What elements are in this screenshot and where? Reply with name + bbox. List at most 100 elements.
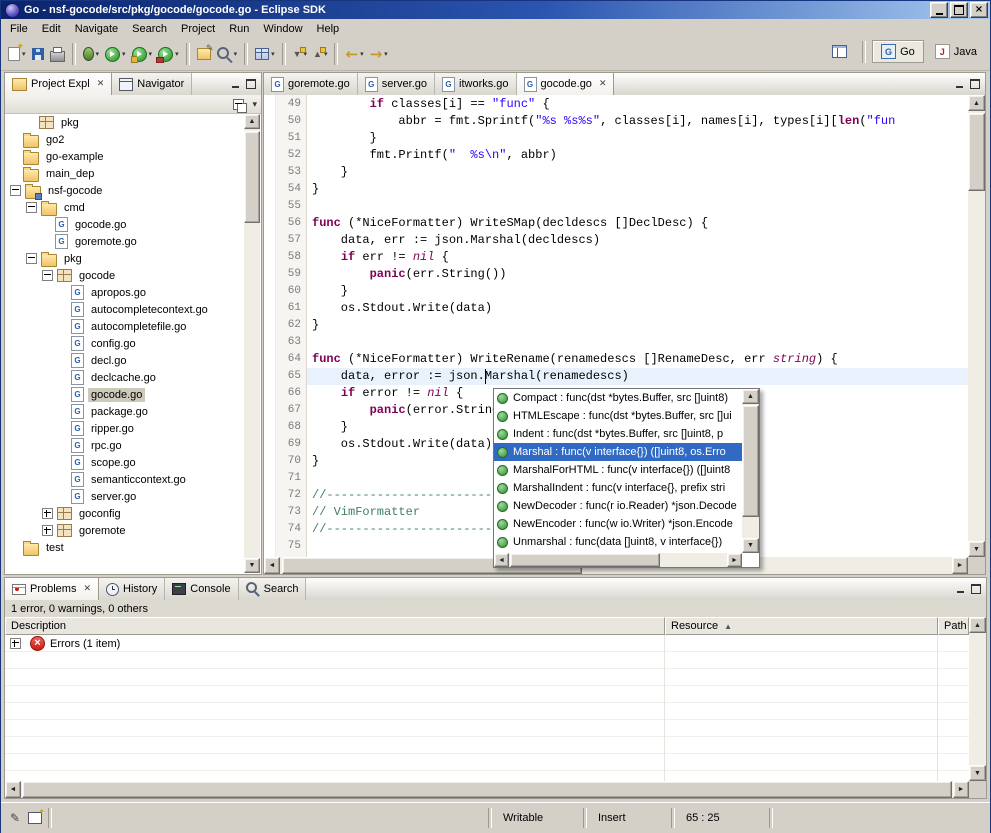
editor-tab-gocode-go[interactable]: gocode.go✕ [517,73,615,95]
search-button[interactable]: ▾ [214,40,241,68]
close-button[interactable]: × [970,2,988,18]
dropdown-arrow-icon[interactable]: ▾ [384,50,388,58]
dropdown-arrow-icon[interactable]: ▾ [149,50,153,58]
maximize-view-button[interactable] [968,582,984,596]
open-resource-button[interactable] [194,40,214,68]
tree-item-config-go[interactable]: config.go [6,335,244,352]
code-line-59[interactable]: 59 panic(err.String()) [264,266,968,283]
editor-vertical-scrollbar[interactable]: ▲ ▼ [968,95,985,557]
scroll-down-button[interactable]: ▼ [969,765,986,781]
tree-item-gocode-go[interactable]: gocode.go [6,386,244,403]
completion-item-marshalforhtml[interactable]: MarshalForHTML : func(v interface{}) ([]… [494,461,742,479]
tree-item-autocompletefile-go[interactable]: autocompletefile.go [6,318,244,335]
fast-view-button[interactable] [5,809,25,827]
scroll-thumb[interactable] [742,405,759,517]
dropdown-arrow-icon[interactable]: ▾ [175,50,179,58]
debug-button[interactable]: ▾ [80,40,103,68]
tab-history[interactable]: History [99,578,165,600]
code-line-57[interactable]: 57 data, err := json.Marshal(decldescs) [264,232,968,249]
collapse-icon[interactable] [26,202,37,213]
expand-icon[interactable] [10,638,21,649]
code-text[interactable] [307,198,968,215]
new-button[interactable]: ▾ [5,40,29,68]
code-line-65[interactable]: 65 data, error := json.Marshal(renamedes… [264,368,968,385]
open-perspective-button[interactable] [823,41,856,62]
tree-item-go2[interactable]: go2 [6,131,244,148]
code-line-49[interactable]: 49 if classes[i] == "func" { [264,96,968,113]
problems-horizontal-scrollbar[interactable]: ◄ ► [5,781,969,798]
scroll-right-button[interactable]: ► [952,557,968,574]
code-text[interactable]: func (*NiceFormatter) WriteSMap(decldesc… [307,215,968,232]
code-line-51[interactable]: 51 } [264,130,968,147]
code-line-50[interactable]: 50 abbr = fmt.Sprintf("%s %s%s", classes… [264,113,968,130]
scroll-up-button[interactable]: ▲ [244,114,260,129]
tree-item-semanticcontext-go[interactable]: semanticcontext.go [6,471,244,488]
tab-console[interactable]: Console [165,578,238,600]
close-tab-icon[interactable]: ✕ [97,80,105,89]
tree-item-ripper-go[interactable]: ripper.go [6,420,244,437]
code-text[interactable] [307,334,968,351]
minimize-button[interactable] [930,2,948,18]
tree-item-goremote[interactable]: goremote [6,522,244,539]
code-line-61[interactable]: 61 os.Stdout.Write(data) [264,300,968,317]
print-button[interactable] [47,40,68,68]
close-tab-icon[interactable]: ✕ [599,80,607,89]
collapse-icon[interactable] [42,270,53,281]
forward-button[interactable]: ▾ [367,40,391,68]
scroll-thumb[interactable] [968,113,985,191]
code-line-53[interactable]: 53 } [264,164,968,181]
code-line-63[interactable]: 63 [264,334,968,351]
next-annotation-button[interactable]: ▾ [290,40,310,68]
completion-item-indent[interactable]: Indent : func(dst *bytes.Buffer, src []u… [494,425,742,443]
dropdown-arrow-icon[interactable]: ▾ [96,50,100,58]
tab-navigator[interactable]: Navigator [112,73,192,95]
dropdown-arrow-icon[interactable]: ▾ [271,50,275,58]
code-text[interactable]: } [307,181,968,198]
tree-item-goconfig[interactable]: goconfig [6,505,244,522]
code-text[interactable]: panic(err.String()) [307,266,968,283]
code-line-62[interactable]: 62} [264,317,968,334]
run-button[interactable]: ▾ [102,40,129,68]
perspective-java[interactable]: Java [926,40,986,63]
scroll-thumb[interactable] [22,781,952,798]
scroll-left-button[interactable]: ◄ [5,781,21,798]
tree-item-test[interactable]: test [6,539,244,556]
code-text[interactable]: } [307,130,968,147]
back-button[interactable]: ▾ [342,40,366,68]
tree-item-pkg[interactable]: pkg [6,114,244,131]
code-text[interactable]: } [307,283,968,300]
code-line-60[interactable]: 60 } [264,283,968,300]
tree-item-rpc-go[interactable]: rpc.go [6,437,244,454]
tree-item-nsf-gocode[interactable]: nsf-gocode [6,182,244,199]
scroll-right-button[interactable]: ► [727,553,742,567]
tree-item-gocode-go[interactable]: gocode.go [6,216,244,233]
maximize-view-button[interactable] [967,77,983,91]
collapse-all-icon[interactable] [233,99,244,110]
tree-item-scope-go[interactable]: scope.go [6,454,244,471]
scroll-up-button[interactable]: ▲ [969,617,986,633]
code-line-52[interactable]: 52 fmt.Printf(" %s\n", abbr) [264,147,968,164]
tab-problems[interactable]: Problems✕ [5,578,99,600]
scroll-thumb[interactable] [510,553,660,567]
dropdown-arrow-icon[interactable]: ▾ [360,50,364,58]
scroll-down-button[interactable]: ▼ [244,558,260,573]
code-line-56[interactable]: 56func (*NiceFormatter) WriteSMap(declde… [264,215,968,232]
minimize-view-button[interactable] [227,77,243,91]
collapse-icon[interactable] [26,253,37,264]
external-tools-button[interactable]: ▾ [155,40,182,68]
menu-run[interactable]: Run [222,21,256,37]
column-header-path[interactable]: Path [938,617,969,635]
tree-item-cmd[interactable]: cmd [6,199,244,216]
scroll-down-button[interactable]: ▼ [968,541,985,557]
popup-horizontal-scrollbar[interactable]: ◄ ► [494,553,742,567]
tree-item-autocompletecontext-go[interactable]: autocompletecontext.go [6,301,244,318]
code-text[interactable]: } [307,164,968,181]
menu-edit[interactable]: Edit [35,21,68,37]
editor-tab-server-go[interactable]: server.go [358,73,435,95]
tree-item-gocode[interactable]: gocode [6,267,244,284]
completion-item-marshal[interactable]: Marshal : func(v interface{}) ([]uint8, … [494,443,742,461]
tree-item-package-go[interactable]: package.go [6,403,244,420]
tree-item-goremote-go[interactable]: goremote.go [6,233,244,250]
maximize-button[interactable] [950,2,968,18]
minimize-view-button[interactable] [951,77,967,91]
